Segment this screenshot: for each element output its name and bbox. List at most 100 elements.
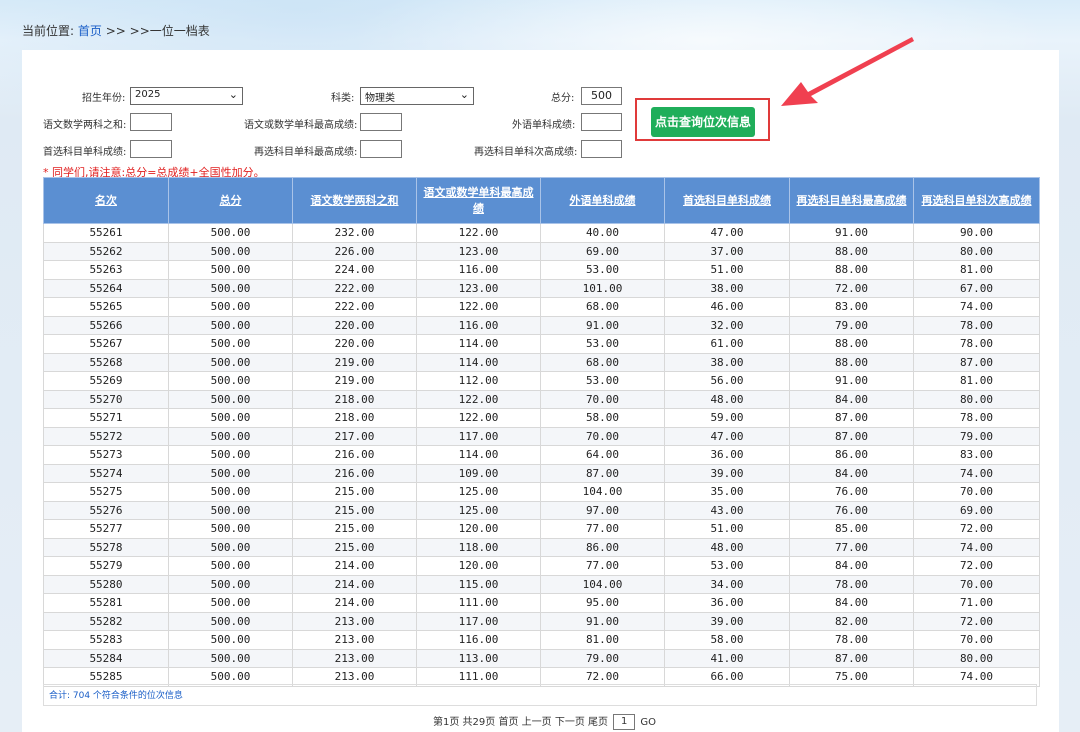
table-row: 55283 500.00 213.00 116.00 81.00 58.00 78.00 70… [43, 630, 1040, 650]
first-subject-input[interactable] [130, 140, 172, 158]
column-header-reselect-max[interactable]: 再选科目单科最高成绩 [789, 177, 914, 224]
prev-page-link[interactable]: 上一页 [522, 717, 552, 728]
table-cell: 500.00 [168, 575, 293, 594]
table-cell: 88.00 [789, 353, 914, 372]
table-cell: 84.00 [789, 593, 914, 613]
chinese-math-max-input[interactable] [360, 113, 402, 131]
column-header-foreign-language[interactable]: 外语单科成绩 [540, 177, 665, 224]
subject-select[interactable]: 物理类 ⌄ [360, 87, 474, 105]
year-select[interactable]: 2025 ⌄ [130, 87, 243, 105]
table-cell: 500.00 [168, 390, 293, 409]
table-cell: 55283 [43, 630, 169, 650]
reselect-second-label: 再选科目单科次高成绩: [474, 147, 578, 158]
table-cell: 500.00 [168, 556, 293, 576]
breadcrumb-separator: >> [129, 24, 150, 38]
table-cell: 77.00 [540, 556, 665, 576]
column-header-rank[interactable]: 名次 [43, 177, 169, 224]
table-cell: 51.00 [664, 260, 790, 280]
table-row: 55275 500.00 215.00 125.00 104.00 35.00 76.00 7… [43, 482, 1040, 502]
table-cell: 91.00 [540, 612, 665, 631]
table-cell: 34.00 [664, 575, 790, 594]
go-button[interactable]: GO [640, 717, 656, 728]
table-cell: 53.00 [540, 260, 665, 280]
table-cell: 224.00 [292, 260, 417, 280]
table-cell: 82.00 [789, 612, 914, 631]
table-cell: 59.00 [664, 408, 790, 428]
table-cell: 55271 [43, 408, 169, 428]
table-cell: 48.00 [664, 538, 790, 557]
table-cell: 74.00 [913, 297, 1040, 317]
table-row: 55269 500.00 219.00 112.00 53.00 56.00 91.00 81… [43, 371, 1040, 391]
pagination: 第1页 共29页 首页 上一页 下一页 尾页 1 GO [433, 713, 656, 730]
chinese-math-max-label: 语文或数学单科最高成绩: [244, 120, 358, 131]
table-cell: 38.00 [664, 279, 790, 298]
table-cell: 55262 [43, 242, 169, 261]
page-number-input[interactable]: 1 [613, 714, 636, 730]
table-cell: 120.00 [416, 519, 541, 539]
table-cell: 56.00 [664, 371, 790, 391]
table-cell: 120.00 [416, 556, 541, 576]
table-row: 55267 500.00 220.00 114.00 53.00 61.00 88.00 78… [43, 334, 1040, 354]
table-cell: 55264 [43, 279, 169, 298]
reselect-max-input[interactable] [360, 140, 402, 158]
table-cell: 104.00 [540, 482, 665, 502]
table-cell: 500.00 [168, 501, 293, 520]
table-cell: 36.00 [664, 593, 790, 613]
table-cell: 58.00 [540, 408, 665, 428]
table-cell: 118.00 [416, 538, 541, 557]
breadcrumb: 当前位置: 首页 >> >>一位一档表 [22, 22, 210, 39]
chinese-math-sum-label: 语文数学两科之和: [43, 120, 127, 131]
table-cell: 55267 [43, 334, 169, 354]
foreign-language-label: 外语单科成绩: [512, 120, 576, 131]
table-cell: 53.00 [540, 371, 665, 391]
table-cell: 97.00 [540, 501, 665, 520]
chinese-math-sum-input[interactable] [130, 113, 172, 131]
foreign-language-input[interactable] [581, 113, 622, 131]
table-cell: 55261 [43, 223, 169, 243]
table-cell: 48.00 [664, 390, 790, 409]
table-cell: 215.00 [292, 501, 417, 520]
query-rank-button[interactable]: 点击查询位次信息 [651, 107, 755, 137]
breadcrumb-home-link[interactable]: 首页 [78, 24, 102, 38]
column-header-reselect-second[interactable]: 再选科目单科次高成绩 [913, 177, 1040, 224]
table-cell: 86.00 [540, 538, 665, 557]
table-cell: 115.00 [416, 575, 541, 594]
table-cell: 39.00 [664, 612, 790, 631]
table-row: 55284 500.00 213.00 113.00 79.00 41.00 87.00 80… [43, 649, 1040, 668]
table-cell: 83.00 [913, 445, 1040, 465]
rank-table: 名次 总分 语文数学两科之和 语文或数学单科最高成绩 外语单科成绩 首选科目单科… [43, 177, 1040, 687]
table-cell: 72.00 [913, 612, 1040, 631]
table-cell: 232.00 [292, 223, 417, 243]
total-score-input[interactable]: 500 [581, 87, 622, 105]
next-page-link[interactable]: 下一页 [555, 717, 585, 728]
table-cell: 79.00 [789, 316, 914, 335]
table-cell: 213.00 [292, 649, 417, 668]
table-cell: 58.00 [664, 630, 790, 650]
table-cell: 122.00 [416, 390, 541, 409]
table-cell: 216.00 [292, 464, 417, 483]
table-cell: 122.00 [416, 223, 541, 243]
table-cell: 117.00 [416, 612, 541, 631]
column-header-chinese-math-sum[interactable]: 语文数学两科之和 [292, 177, 417, 224]
table-cell: 72.00 [913, 556, 1040, 576]
table-cell: 500.00 [168, 593, 293, 613]
table-row: 55279 500.00 214.00 120.00 77.00 53.00 84.00 72… [43, 556, 1040, 576]
table-cell: 86.00 [789, 445, 914, 465]
table-cell: 55275 [43, 482, 169, 502]
table-cell: 101.00 [540, 279, 665, 298]
table-cell: 76.00 [789, 482, 914, 502]
first-page-link[interactable]: 首页 [498, 717, 518, 728]
table-row: 55268 500.00 219.00 114.00 68.00 38.00 88.00 87… [43, 353, 1040, 372]
table-cell: 67.00 [913, 279, 1040, 298]
table-row: 55266 500.00 220.00 116.00 91.00 32.00 79.00 78… [43, 316, 1040, 335]
column-header-total[interactable]: 总分 [168, 177, 293, 224]
table-cell: 215.00 [292, 482, 417, 502]
table-cell: 61.00 [664, 334, 790, 354]
last-page-link[interactable]: 尾页 [588, 717, 608, 728]
table-row: 55265 500.00 222.00 122.00 68.00 46.00 83.00 74… [43, 297, 1040, 317]
column-header-chinese-math-max[interactable]: 语文或数学单科最高成绩 [416, 177, 541, 224]
column-header-first-subject[interactable]: 首选科目单科成绩 [664, 177, 790, 224]
table-cell: 116.00 [416, 630, 541, 650]
table-cell: 70.00 [913, 575, 1040, 594]
reselect-second-input[interactable] [581, 140, 622, 158]
